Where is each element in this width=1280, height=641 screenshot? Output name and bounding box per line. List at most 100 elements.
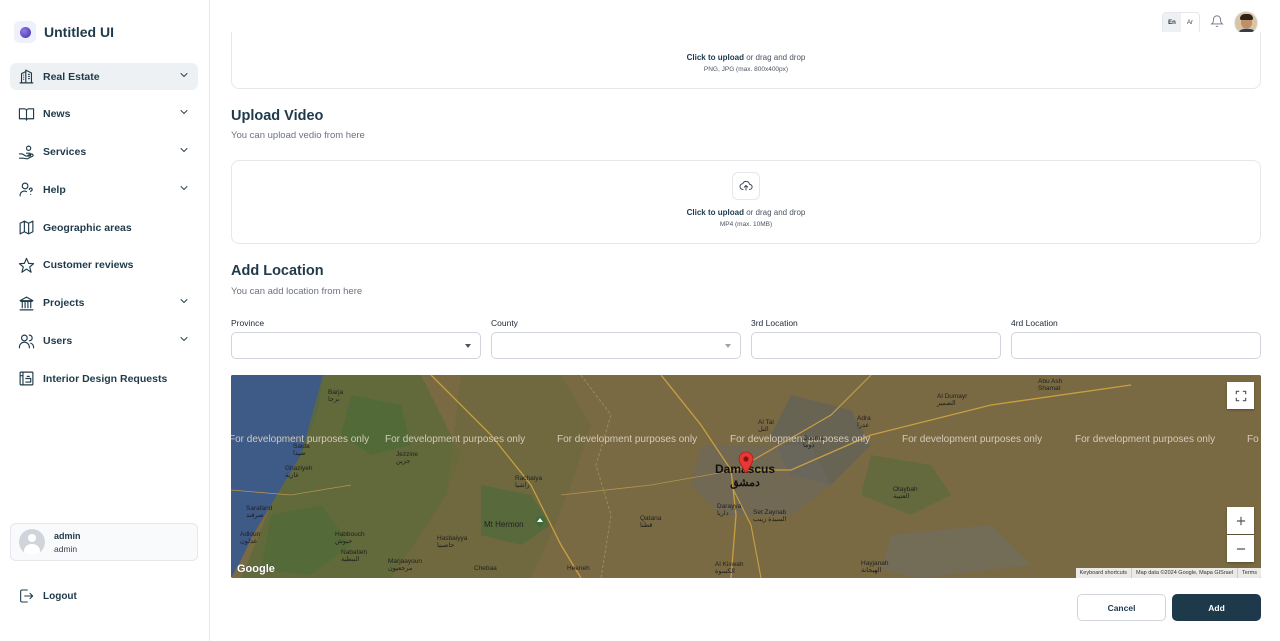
sidebar-item-label: Real Estate xyxy=(43,70,100,83)
avatar xyxy=(19,529,45,555)
sidebar-item-label: Geographic areas xyxy=(43,221,132,234)
third-location-label: 3rd Location xyxy=(751,318,798,328)
chevron-down-icon[interactable] xyxy=(178,105,190,123)
lang-en-button[interactable]: En xyxy=(1163,13,1181,33)
zoom-in-button[interactable] xyxy=(1227,507,1254,534)
map-label-ghaziyeh: Ghaziyeh غازية xyxy=(285,465,313,480)
logout-button[interactable]: Logout xyxy=(18,588,77,604)
chevron-down-icon[interactable] xyxy=(178,143,190,161)
map-label-qatana: Qatana قطنا xyxy=(640,515,662,530)
chevron-down-icon[interactable] xyxy=(178,332,190,350)
sidebar-item-label: Services xyxy=(43,146,87,159)
dev-watermark: For development purposes only xyxy=(1075,434,1216,445)
sidebar: Untitled UI Real Estate News Services He… xyxy=(0,0,210,641)
map-icon xyxy=(18,219,35,236)
map-label-adra: Adra عدرا xyxy=(857,415,871,430)
map-label-habbouch: Habbouch حبوش xyxy=(335,531,365,546)
chevron-down-icon[interactable] xyxy=(178,181,190,199)
user-help-icon xyxy=(18,181,35,198)
keyboard-shortcuts-link[interactable]: Keyboard shortcuts xyxy=(1076,568,1131,578)
map-label-darayya: Darayya داريا xyxy=(717,503,742,518)
sidebar-item-real-estate[interactable]: Real Estate xyxy=(10,63,198,90)
sidebar-item-label: Help xyxy=(43,183,66,196)
bell-icon[interactable] xyxy=(1210,14,1224,33)
lang-ar-button[interactable]: Ar xyxy=(1181,13,1199,33)
map-label-rachaiya: Rachaiya راشيا xyxy=(515,475,543,490)
brand[interactable]: Untitled UI xyxy=(14,21,114,43)
brand-name: Untitled UI xyxy=(44,24,114,40)
star-icon xyxy=(18,257,35,274)
upload-instruction: Click to upload or drag and drop xyxy=(232,208,1260,217)
zoom-out-button[interactable] xyxy=(1227,535,1254,562)
map-label-sarafand: Sarafand صرفند xyxy=(246,505,273,520)
cancel-button[interactable]: Cancel xyxy=(1077,594,1166,621)
county-select[interactable] xyxy=(491,332,741,359)
hand-coins-icon xyxy=(18,144,35,161)
bank-icon xyxy=(18,295,35,312)
language-switcher: En Ar xyxy=(1162,12,1200,34)
users-icon xyxy=(18,333,35,350)
sidebar-item-label: Projects xyxy=(43,297,85,310)
video-upload-dropzone[interactable]: Click to upload or drag and drop MP4 (ma… xyxy=(231,160,1261,244)
sidebar-item-services[interactable]: Services xyxy=(10,139,198,166)
map-label-barja: Barja برجا xyxy=(328,389,344,404)
book-open-icon xyxy=(18,106,35,123)
add-button[interactable]: Add xyxy=(1172,594,1261,621)
upload-hint: PNG, JPG (max. 800x400px) xyxy=(703,66,789,73)
dev-watermark: For development purposes only xyxy=(902,434,1043,445)
drag-text: or drag and drop xyxy=(746,208,806,217)
minus-icon xyxy=(1236,547,1245,550)
mountain-pin-icon xyxy=(534,514,546,528)
map-label-mt-hermon: Mt Hermon xyxy=(484,520,524,529)
image-upload-dropzone[interactable]: Click to upload or drag and drop PNG, JP… xyxy=(231,32,1261,89)
location-section-title: Add Location xyxy=(231,263,324,279)
map-label-abu-ash-shamat: Abu Ash Shamat xyxy=(1038,378,1063,393)
fullscreen-icon xyxy=(1235,390,1246,401)
click-to-upload-link[interactable]: Click to upload xyxy=(687,53,744,62)
province-select[interactable] xyxy=(231,332,481,359)
sidebar-item-users[interactable]: Users xyxy=(10,328,198,355)
map-label-otaybah: Otaybah العتيبة xyxy=(893,486,918,501)
upload-cloud-icon[interactable] xyxy=(732,172,760,200)
sidebar-item-interior-design-requests[interactable]: Interior Design Requests xyxy=(10,365,198,392)
terms-link[interactable]: Terms xyxy=(1237,568,1261,578)
map-label-heeneh: Heeneh xyxy=(567,565,590,572)
fullscreen-button[interactable] xyxy=(1227,382,1254,409)
location-map[interactable]: For development purposes only For develo… xyxy=(231,375,1261,578)
sidebar-nav: Real Estate News Services Help Geographi… xyxy=(10,63,198,403)
click-to-upload-link[interactable]: Click to upload xyxy=(687,208,744,217)
province-label: Province xyxy=(231,318,265,328)
county-label: County xyxy=(491,318,518,328)
sidebar-item-help[interactable]: Help xyxy=(10,176,198,203)
dev-watermark-partial: Fo xyxy=(1247,434,1259,445)
chevron-down-icon[interactable] xyxy=(178,68,190,86)
sidebar-item-projects[interactable]: Projects xyxy=(10,290,198,317)
sidebar-item-news[interactable]: News xyxy=(10,101,198,128)
dev-watermark: For development purposes only xyxy=(557,434,698,445)
interior-icon xyxy=(18,370,35,387)
caret-down-icon xyxy=(725,344,731,348)
location-pin-icon[interactable] xyxy=(738,451,754,474)
plus-icon xyxy=(1236,516,1245,525)
google-logo: Google xyxy=(237,563,275,575)
user-role: admin xyxy=(54,543,78,554)
logout-label: Logout xyxy=(43,590,77,602)
sidebar-item-label: News xyxy=(43,108,71,121)
map-label-hayjanah: Hayjanah الهيجانة xyxy=(861,560,889,575)
map-label-marjayoun: Marjaayoun مرجعيون xyxy=(388,558,422,573)
sidebar-item-customer-reviews[interactable]: Customer reviews xyxy=(10,252,198,279)
user-card[interactable]: admin admin xyxy=(10,523,198,561)
video-section-subtitle: You can upload vedio from here xyxy=(231,130,365,141)
chevron-down-icon[interactable] xyxy=(178,294,190,312)
map-data-text: Map data ©2024 Google, Mapa GISrael xyxy=(1131,568,1237,578)
map-attribution: Keyboard shortcuts Map data ©2024 Google… xyxy=(1075,568,1261,578)
map-label-hasbaiyya: Hasbaiyya حاصبيا xyxy=(437,535,468,550)
fourth-location-label: 4rd Location xyxy=(1011,318,1058,328)
fourth-location-input[interactable] xyxy=(1011,332,1261,359)
sidebar-item-geographic-areas[interactable]: Geographic areas xyxy=(10,214,198,241)
map-label-douma: Douma دوما xyxy=(803,435,824,450)
sidebar-item-label: Users xyxy=(43,335,73,348)
map-label-saida: Saida صيدا xyxy=(293,443,310,458)
third-location-input[interactable] xyxy=(751,332,1001,359)
video-section-title: Upload Video xyxy=(231,108,324,124)
